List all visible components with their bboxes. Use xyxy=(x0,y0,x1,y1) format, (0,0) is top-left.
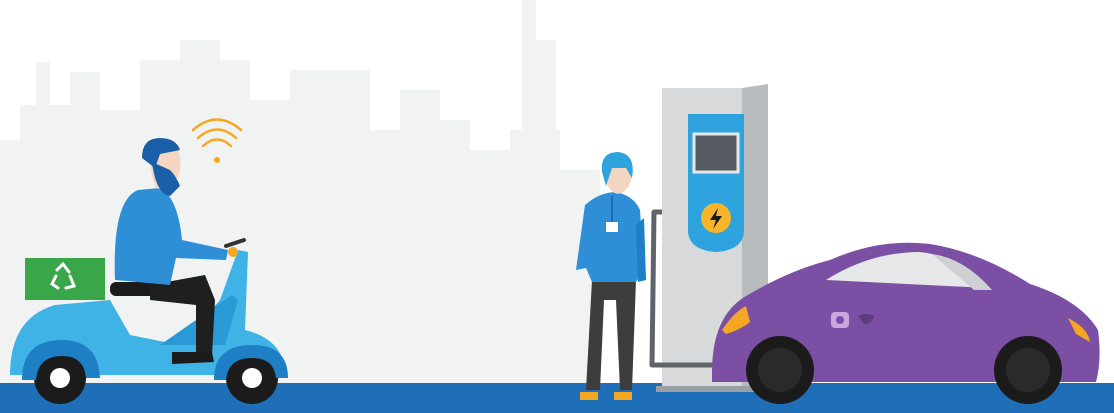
ground-strip xyxy=(0,383,1114,413)
ev-charging-scene xyxy=(0,0,1114,413)
electric-car xyxy=(712,242,1100,404)
illustration xyxy=(0,0,1114,413)
charger-screen xyxy=(692,132,740,174)
